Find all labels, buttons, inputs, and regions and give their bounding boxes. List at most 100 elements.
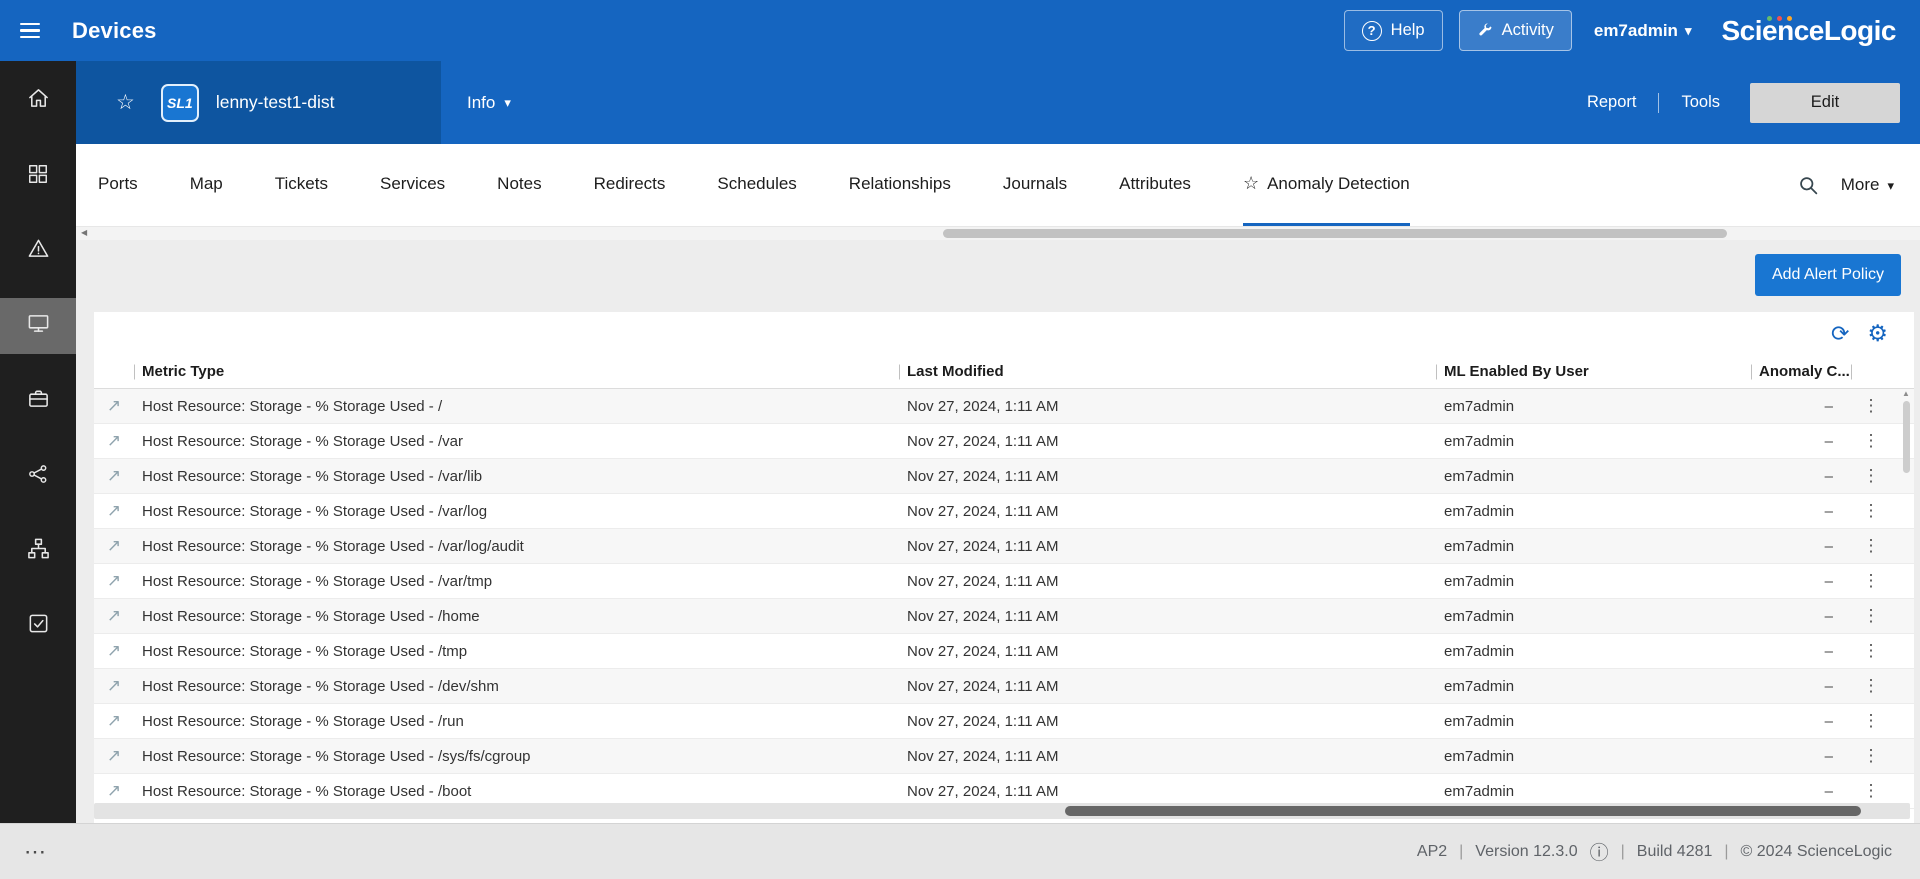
page-title: Devices (72, 18, 157, 44)
tab-services[interactable]: Services (380, 144, 445, 226)
row-menu-kebab-icon[interactable]: ⋮ (1863, 781, 1880, 801)
favorite-star-icon[interactable]: ☆ (116, 90, 135, 115)
more-options-icon[interactable]: ⋯ (24, 839, 46, 865)
tools-link[interactable]: Tools (1681, 93, 1720, 112)
table-row[interactable]: ↗ Host Resource: Storage - % Storage Use… (94, 424, 1914, 459)
open-metric-arrow-icon[interactable]: ↗ (107, 676, 121, 696)
row-menu-kebab-icon[interactable]: ⋮ (1863, 641, 1880, 661)
ml-enabled-by-cell: em7admin (1436, 503, 1751, 520)
open-metric-arrow-icon[interactable]: ↗ (107, 711, 121, 731)
sidebar-item-maps[interactable] (0, 523, 76, 579)
more-tabs-dropdown[interactable]: More ▾ (1841, 175, 1894, 195)
metric-type-cell: Host Resource: Storage - % Storage Used … (134, 643, 899, 660)
report-link[interactable]: Report (1587, 93, 1637, 112)
col-ml-enabled-by-user[interactable]: ML Enabled By User (1436, 355, 1751, 388)
table-row[interactable]: ↗ Host Resource: Storage - % Storage Use… (94, 599, 1914, 634)
col-metric-type[interactable]: Metric Type (134, 355, 899, 388)
help-button[interactable]: ? Help (1344, 10, 1443, 51)
tab-relationships[interactable]: Relationships (849, 144, 951, 226)
sidebar-item-home[interactable] (0, 73, 76, 129)
vertical-scrollbar-thumb[interactable] (1903, 401, 1910, 473)
task-check-icon (27, 612, 50, 640)
open-metric-arrow-icon[interactable]: ↗ (107, 781, 121, 801)
sidebar-item-devices[interactable] (0, 298, 76, 354)
row-menu-kebab-icon[interactable]: ⋮ (1863, 676, 1880, 696)
last-modified-cell: Nov 27, 2024, 1:11 AM (899, 608, 1436, 625)
open-metric-arrow-icon[interactable]: ↗ (107, 536, 121, 556)
horizontal-scrollbar-thumb[interactable] (1065, 806, 1861, 816)
tab-ports[interactable]: Ports (98, 144, 138, 226)
table-row[interactable]: ↗ Host Resource: Storage - % Storage Use… (94, 389, 1914, 424)
tabs-scrollbar-thumb[interactable] (943, 229, 1727, 238)
table-row[interactable]: ↗ Host Resource: Storage - % Storage Use… (94, 634, 1914, 669)
tab-redirects[interactable]: Redirects (594, 144, 666, 226)
scroll-left-arrow-icon[interactable]: ◀ (81, 228, 87, 237)
open-metric-arrow-icon[interactable]: ↗ (107, 431, 121, 451)
open-metric-arrow-icon[interactable]: ↗ (107, 606, 121, 626)
table-row[interactable]: ↗ Host Resource: Storage - % Storage Use… (94, 459, 1914, 494)
open-metric-arrow-icon[interactable]: ↗ (107, 396, 121, 416)
tab-map[interactable]: Map (190, 144, 223, 226)
last-modified-cell: Nov 27, 2024, 1:11 AM (899, 538, 1436, 555)
ml-enabled-by-cell: em7admin (1436, 783, 1751, 800)
user-menu[interactable]: em7admin ▾ (1594, 21, 1692, 41)
row-menu-kebab-icon[interactable]: ⋮ (1863, 396, 1880, 416)
col-last-modified[interactable]: Last Modified (899, 355, 1436, 388)
activity-button[interactable]: Activity (1459, 10, 1572, 51)
sidebar-item-dashboards[interactable] (0, 148, 76, 204)
last-modified-cell: Nov 27, 2024, 1:11 AM (899, 783, 1436, 800)
row-menu-kebab-icon[interactable]: ⋮ (1863, 431, 1880, 451)
table-row[interactable]: ↗ Host Resource: Storage - % Storage Use… (94, 529, 1914, 564)
open-metric-arrow-icon[interactable]: ↗ (107, 501, 121, 521)
open-metric-arrow-icon[interactable]: ↗ (107, 746, 121, 766)
briefcase-icon (27, 387, 50, 415)
metrics-table: ⟳ ⚙ Metric Type Last Modified ML Enabled… (94, 312, 1914, 823)
row-menu-kebab-icon[interactable]: ⋮ (1863, 711, 1880, 731)
metric-type-cell: Host Resource: Storage - % Storage Used … (134, 608, 899, 625)
refresh-icon[interactable]: ⟳ (1831, 323, 1849, 345)
table-horizontal-scrollbar (94, 803, 1910, 819)
info-dropdown[interactable]: Info ▾ (467, 93, 511, 113)
row-menu-kebab-icon[interactable]: ⋮ (1863, 606, 1880, 626)
table-row[interactable]: ↗ Host Resource: Storage - % Storage Use… (94, 564, 1914, 599)
add-alert-policy-button[interactable]: Add Alert Policy (1755, 254, 1901, 296)
edit-button[interactable]: Edit (1750, 83, 1900, 123)
tab-journals[interactable]: Journals (1003, 144, 1067, 226)
tab-anomaly-detection[interactable]: ☆ Anomaly Detection (1243, 144, 1410, 226)
row-menu-kebab-icon[interactable]: ⋮ (1863, 501, 1880, 521)
ml-enabled-by-cell: em7admin (1436, 538, 1751, 555)
ml-enabled-by-cell: em7admin (1436, 678, 1751, 695)
hamburger-menu-icon[interactable] (8, 11, 54, 51)
last-modified-cell: Nov 27, 2024, 1:11 AM (899, 573, 1436, 590)
row-menu-kebab-icon[interactable]: ⋮ (1863, 571, 1880, 591)
tab-schedules[interactable]: Schedules (717, 144, 796, 226)
table-vertical-scrollbar: ▲ ▼ (1899, 389, 1913, 821)
tab-notes[interactable]: Notes (497, 144, 541, 226)
tab-label: Map (190, 174, 223, 194)
open-metric-arrow-icon[interactable]: ↗ (107, 571, 121, 591)
tab-label: Journals (1003, 174, 1067, 194)
table-row[interactable]: ↗ Host Resource: Storage - % Storage Use… (94, 704, 1914, 739)
brand-wordmark: ScienceLogic (1721, 15, 1896, 46)
top-bar: Devices ? Help Activity em7admin ▾ Scien… (0, 0, 1920, 61)
row-menu-kebab-icon[interactable]: ⋮ (1863, 746, 1880, 766)
wrench-icon (1477, 23, 1493, 39)
sidebar-item-events[interactable] (0, 223, 76, 279)
row-menu-kebab-icon[interactable]: ⋮ (1863, 466, 1880, 486)
search-icon[interactable] (1798, 175, 1819, 196)
sidebar-item-api-share[interactable] (0, 448, 76, 504)
gear-icon[interactable]: ⚙ (1867, 322, 1888, 345)
info-icon[interactable]: ⓘ (1590, 838, 1609, 865)
row-menu-kebab-icon[interactable]: ⋮ (1863, 536, 1880, 556)
sidebar-item-business-services[interactable] (0, 373, 76, 429)
open-metric-arrow-icon[interactable]: ↗ (107, 466, 121, 486)
sidebar-item-automation[interactable] (0, 598, 76, 654)
tab-attributes[interactable]: Attributes (1119, 144, 1191, 226)
scroll-up-arrow-icon[interactable]: ▲ (1902, 389, 1910, 398)
col-anomaly-count[interactable]: Anomaly C... (1751, 355, 1851, 388)
tab-tickets[interactable]: Tickets (275, 144, 328, 226)
table-row[interactable]: ↗ Host Resource: Storage - % Storage Use… (94, 739, 1914, 774)
table-row[interactable]: ↗ Host Resource: Storage - % Storage Use… (94, 669, 1914, 704)
open-metric-arrow-icon[interactable]: ↗ (107, 641, 121, 661)
table-row[interactable]: ↗ Host Resource: Storage - % Storage Use… (94, 494, 1914, 529)
